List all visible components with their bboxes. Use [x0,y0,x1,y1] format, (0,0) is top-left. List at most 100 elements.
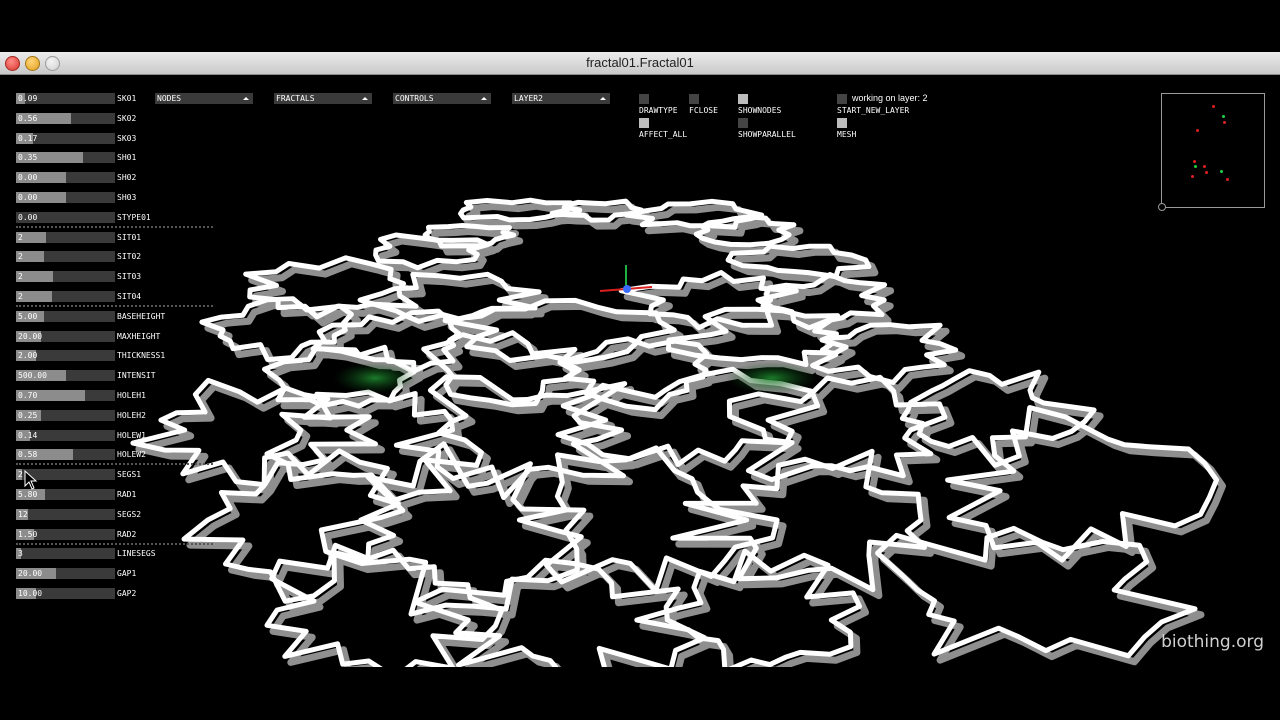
slider-gap2[interactable]: 10.00 GAP2 [16,588,216,599]
slider-sit04[interactable]: 2 SIT04 [16,291,216,302]
slider-track[interactable]: 0.70 [16,390,115,401]
slider-value: 2 [18,470,23,480]
minimap-node-dot [1220,169,1224,173]
slider-value: 12 [18,509,28,519]
slider-value: 0.70 [18,391,38,400]
slider-track[interactable]: 2.00 [16,350,115,362]
slider-track[interactable]: 0.17 [16,132,115,144]
slider-label: HOLEH1 [117,391,146,400]
slider-value: 0.58 [18,450,38,460]
slider-track[interactable]: 0.35 [16,152,115,164]
slider-value: 20.00 [18,569,43,579]
toggle-box[interactable] [837,94,847,104]
slider-track[interactable]: 20.00 [16,568,115,580]
slider-sit01[interactable]: 2 SIT01 [16,231,216,243]
toggle-box[interactable] [639,94,649,104]
slider-track[interactable]: 20.00 [16,330,115,342]
slider-stype01[interactable]: 0.00 STYPE01 [16,211,216,223]
slider-sh02[interactable]: 0.00 SH02 [16,172,216,184]
slider-track[interactable]: 0.14 [16,429,115,441]
toggle-box[interactable] [837,118,847,128]
slider-track[interactable]: 0.09 [16,93,115,104]
minimap-node-dot [1223,121,1227,125]
dropdown-label: CONTROLS [395,94,434,103]
slider-track[interactable]: 0.00 [16,211,115,223]
toggle-box[interactable] [738,94,748,104]
slider-value: 20.00 [18,331,43,341]
slider-track[interactable]: 2 [16,271,115,283]
slider-sk02[interactable]: 0.56 SK02 [16,112,216,124]
slider-sit02[interactable]: 2 SIT02 [16,251,216,263]
slider-value: 0.00 [18,193,38,202]
caret-up-icon [243,97,249,100]
slider-value: 2 [18,232,23,242]
fractals-dropdown[interactable]: FRACTALS [274,93,372,104]
slider-track[interactable]: 0.25 [16,409,115,421]
slider-sh01[interactable]: 0.35 SH01 [16,152,216,164]
toggle-label: DRAWTYPE [639,106,678,115]
slider-rad2[interactable]: 1.50 RAD2 [16,528,216,540]
slider-segs2[interactable]: 12 SEGS2 [16,508,216,520]
slider-sh03[interactable]: 0.00 SH03 [16,192,216,203]
slider-track[interactable]: 10.00 [16,588,115,599]
slider-holew2[interactable]: 0.58 HOLEW2 [16,449,216,461]
slider-track[interactable]: 3 [16,548,115,560]
slider-holew1[interactable]: 0.14 HOLEW1 [16,429,216,441]
slider-gap1[interactable]: 20.00 GAP1 [16,568,216,580]
slider-track[interactable]: 500.00 [16,370,115,382]
minimap-node-dot [1204,170,1208,174]
slider-track[interactable]: 0.00 [16,172,115,184]
slider-baseheight[interactable]: 5.00 BASEHEIGHT [16,310,216,322]
caret-up-icon [362,97,368,100]
slider-intensit[interactable]: 500.00 INTENSIT [16,370,216,382]
minimap-node-dot [1211,105,1215,109]
minimap[interactable] [1161,93,1265,208]
slider-segs1[interactable]: 2 SEGS1 [16,469,216,481]
minimap-node-dot [1193,165,1197,169]
slider-sk03[interactable]: 0.17 SK03 [16,132,216,144]
slider-label: SIT03 [117,272,142,282]
slider-track[interactable]: 12 [16,508,115,520]
slider-rad1[interactable]: 5.80 RAD1 [16,489,216,500]
toggle-box[interactable] [689,94,699,104]
slider-holeh2[interactable]: 0.25 HOLEH2 [16,409,216,421]
slider-label: THICKNESS1 [117,351,166,361]
slider-label: SH02 [117,173,137,183]
slider-label: SK02 [117,113,137,123]
slider-label: RAD2 [117,529,137,539]
slider-track[interactable]: 0.00 [16,192,115,203]
slider-track[interactable]: 0.56 [16,112,115,124]
green-node-glow [726,362,818,394]
slider-value: 3 [18,549,23,559]
slider-label: SIT02 [117,252,142,262]
slider-value: 0.25 [18,410,38,420]
slider-track[interactable]: 0.58 [16,449,115,461]
fractal-walls [130,197,1226,667]
green-node-glow [333,362,417,394]
slider-track[interactable]: 5.80 [16,489,115,500]
slider-label: HOLEW1 [117,430,146,440]
slider-track[interactable]: 2 [16,291,115,302]
slider-holeh1[interactable]: 0.70 HOLEH1 [16,390,216,401]
toggle-box[interactable] [738,118,748,128]
caret-up-icon [481,97,487,100]
slider-sit03[interactable]: 2 SIT03 [16,271,216,283]
slider-track[interactable]: 5.00 [16,310,115,322]
slider-maxheight[interactable]: 20.00 MAXHEIGHT [16,330,216,342]
slider-track[interactable]: 2 [16,251,115,263]
slider-track[interactable]: 1.50 [16,528,115,540]
nodes-dropdown[interactable]: NODES [155,93,253,104]
slider-label: GAP2 [117,589,137,598]
slider-track[interactable]: 2 [16,231,115,243]
controls-dropdown[interactable]: CONTROLS [393,93,491,104]
slider-label: SEGS1 [117,470,142,480]
minimap-resize-handle[interactable] [1158,203,1166,211]
slider-value: 0.00 [18,212,38,222]
slider-thickness1[interactable]: 2.00 THICKNESS1 [16,350,216,362]
slider-label: INTENSIT [117,371,156,381]
dropdown-label: FRACTALS [276,94,315,103]
layer-dropdown[interactable]: LAYER2 [512,93,610,104]
slider-linesegs[interactable]: 3 LINESEGS [16,548,216,560]
slider-value: 2.00 [18,351,38,361]
toggle-box[interactable] [639,118,649,128]
